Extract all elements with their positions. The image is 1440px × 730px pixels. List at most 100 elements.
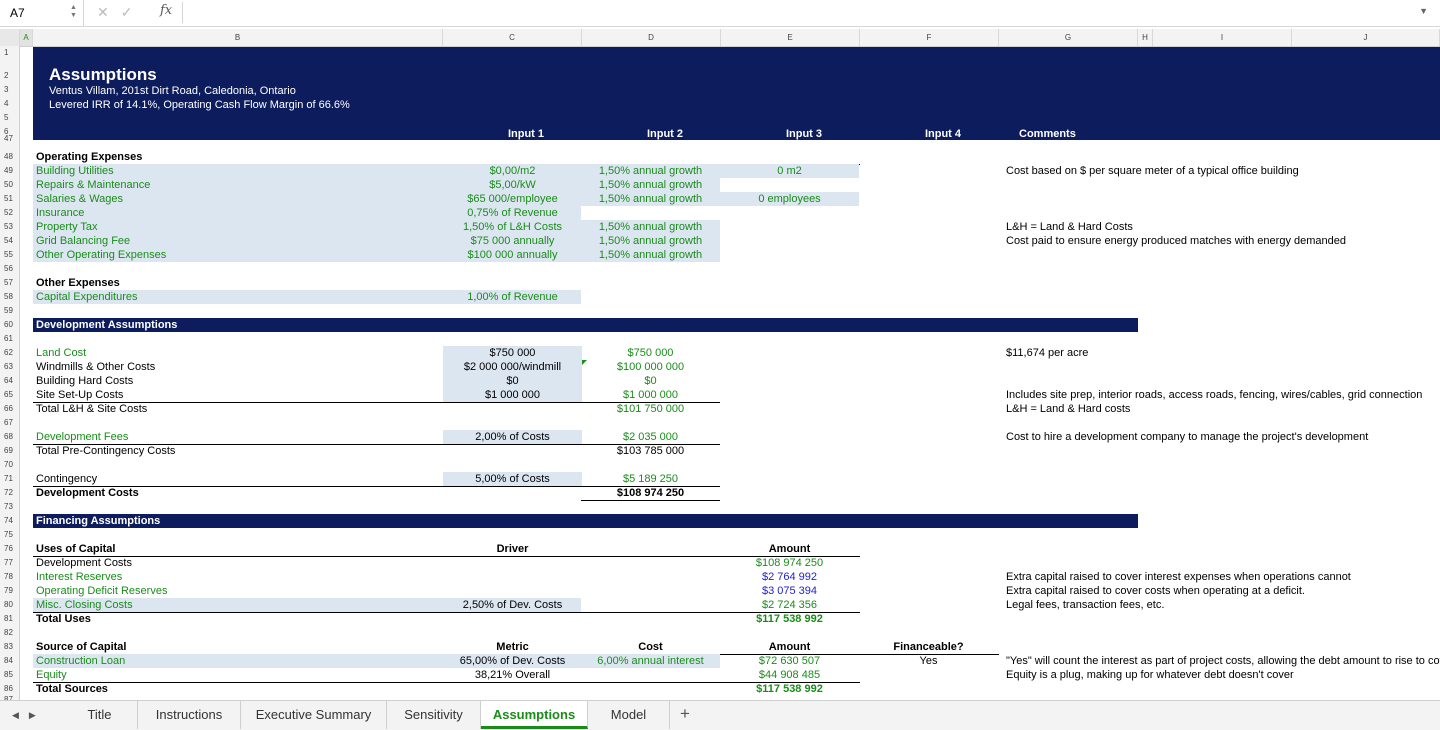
row-header[interactable]: 75	[0, 528, 19, 542]
hard-costs-input[interactable]: $0	[443, 374, 582, 388]
opex-input-2[interactable]: 1,50% annual growth	[581, 192, 720, 206]
row-header[interactable]: 58	[0, 290, 19, 304]
tab-sensitivity[interactable]: Sensitivity	[387, 701, 481, 729]
column-header-f[interactable]: F	[860, 29, 999, 46]
row-header[interactable]: 67	[0, 416, 19, 430]
row-header[interactable]: 61	[0, 332, 19, 346]
row-header[interactable]: 65	[0, 388, 19, 402]
tab-executive-summary[interactable]: Executive Summary	[241, 701, 387, 729]
column-header-i[interactable]: I	[1153, 29, 1292, 46]
cancel-icon[interactable]: ✕	[97, 4, 109, 20]
loan-metric[interactable]: 65,00% of Dev. Costs	[443, 654, 582, 668]
row-header[interactable]: 84	[0, 654, 19, 668]
opex-input-1[interactable]: 1,50% of L&H Costs	[443, 220, 582, 234]
row-header[interactable]: 2	[0, 69, 19, 83]
row-header[interactable]: 49	[0, 164, 19, 178]
opex-label[interactable]: Insurance	[36, 206, 84, 220]
opex-input-1[interactable]: $100 000 annually	[443, 248, 582, 262]
row-header[interactable]: 4	[0, 97, 19, 111]
select-all-corner[interactable]	[0, 29, 20, 46]
row-header[interactable]: 86	[0, 682, 19, 696]
loan-financeable[interactable]: Yes	[859, 654, 998, 668]
column-header-b[interactable]: B	[33, 29, 443, 46]
loan-cost[interactable]: 6,00% annual interest	[581, 654, 720, 668]
uses-driver[interactable]: 2,50% of Dev. Costs	[443, 598, 582, 612]
column-header-a[interactable]: A	[20, 29, 33, 46]
opex-input-2[interactable]: 1,50% annual growth	[581, 220, 720, 234]
row-header[interactable]: 71	[0, 472, 19, 486]
uses-label[interactable]: Interest Reserves	[36, 570, 122, 584]
opex-input-2[interactable]: 1,50% annual growth	[581, 178, 720, 192]
scroll-right-icon[interactable]: ▶	[29, 710, 36, 720]
row-header[interactable]: 73	[0, 500, 19, 514]
column-header-d[interactable]: D	[582, 29, 721, 46]
function-icon[interactable]: fx	[160, 3, 172, 18]
construction-loan-label[interactable]: Construction Loan	[36, 654, 125, 668]
opex-input-3[interactable]: 0 m2	[720, 164, 859, 178]
column-header-c[interactable]: C	[443, 29, 582, 46]
row-header[interactable]: 51	[0, 192, 19, 206]
row-header[interactable]: 83	[0, 640, 19, 654]
tab-assumptions[interactable]: Assumptions	[481, 701, 588, 729]
row-header[interactable]: 55	[0, 248, 19, 262]
row-header[interactable]: 50	[0, 178, 19, 192]
column-header-g[interactable]: G	[999, 29, 1138, 46]
opex-input-2[interactable]: 1,50% annual growth	[581, 234, 720, 248]
row-header[interactable]: 53	[0, 220, 19, 234]
opex-label[interactable]: Repairs & Maintenance	[36, 178, 150, 192]
row-header[interactable]: 76	[0, 542, 19, 556]
row-header[interactable]: 79	[0, 584, 19, 598]
site-setup-input[interactable]: $1 000 000	[443, 388, 582, 402]
row-header[interactable]: 72	[0, 486, 19, 500]
add-sheet-icon[interactable]: +	[680, 704, 690, 724]
row-header[interactable]: 70	[0, 458, 19, 472]
row-header[interactable]: 62	[0, 346, 19, 360]
column-header-e[interactable]: E	[721, 29, 860, 46]
worksheet-grid[interactable]: Assumptions Ventus Villam, 201st Dirt Ro…	[20, 46, 1440, 700]
row-header[interactable]: 82	[0, 626, 19, 640]
scroll-left-icon[interactable]: ◀	[12, 710, 19, 720]
windmills-input[interactable]: $2 000 000/windmill	[443, 360, 582, 374]
tab-instructions[interactable]: Instructions	[138, 701, 241, 729]
row-header[interactable]: 77	[0, 556, 19, 570]
row-header[interactable]: 64	[0, 374, 19, 388]
row-header[interactable]: 48	[0, 150, 19, 164]
row-header[interactable]: 85	[0, 668, 19, 682]
opex-input-1[interactable]: $65 000/employee	[443, 192, 582, 206]
row-header[interactable]: 74	[0, 514, 19, 528]
opex-label[interactable]: Other Operating Expenses	[36, 248, 166, 262]
opex-input-1[interactable]: $0,00/m2	[443, 164, 582, 178]
row-header[interactable]: 57	[0, 276, 19, 290]
column-header-h[interactable]: H	[1138, 29, 1153, 46]
row-header[interactable]: 66	[0, 402, 19, 416]
tab-title[interactable]: Title	[62, 701, 138, 729]
capex-label[interactable]: Capital Expenditures	[36, 290, 138, 304]
opex-label[interactable]: Grid Balancing Fee	[36, 234, 130, 248]
row-header[interactable]: 54	[0, 234, 19, 248]
uses-label[interactable]: Misc. Closing Costs	[36, 598, 133, 612]
opex-label[interactable]: Building Utilities	[36, 164, 114, 178]
row-header[interactable]: 52	[0, 206, 19, 220]
row-header[interactable]: 80	[0, 598, 19, 612]
uses-label[interactable]: Operating Deficit Reserves	[36, 584, 167, 598]
expand-formula-icon[interactable]: ▼	[1419, 6, 1428, 16]
row-header[interactable]: 81	[0, 612, 19, 626]
confirm-icon[interactable]: ✓	[121, 4, 133, 20]
row-header[interactable]: 56	[0, 262, 19, 276]
row-header[interactable]: 63	[0, 360, 19, 374]
name-box[interactable]: A7 ▲ ▼	[0, 0, 84, 26]
contingency-input[interactable]: 5,00% of Costs	[443, 472, 582, 486]
row-header[interactable]: 47	[0, 135, 19, 143]
dev-fees-label[interactable]: Development Fees	[36, 430, 128, 444]
row-header[interactable]: 59	[0, 304, 19, 318]
opex-input-1[interactable]: $5,00/kW	[443, 178, 582, 192]
tab-model[interactable]: Model	[588, 701, 670, 729]
land-cost-label[interactable]: Land Cost	[36, 346, 86, 360]
opex-input-1[interactable]: 0,75% of Revenue	[443, 206, 582, 220]
row-header[interactable]: 1	[0, 46, 19, 60]
equity-label[interactable]: Equity	[36, 668, 67, 682]
row-header[interactable]: 69	[0, 444, 19, 458]
formula-input[interactable]	[182, 2, 1423, 23]
opex-input-2[interactable]: 1,50% annual growth	[581, 164, 720, 178]
row-header[interactable]: 5	[0, 111, 19, 125]
